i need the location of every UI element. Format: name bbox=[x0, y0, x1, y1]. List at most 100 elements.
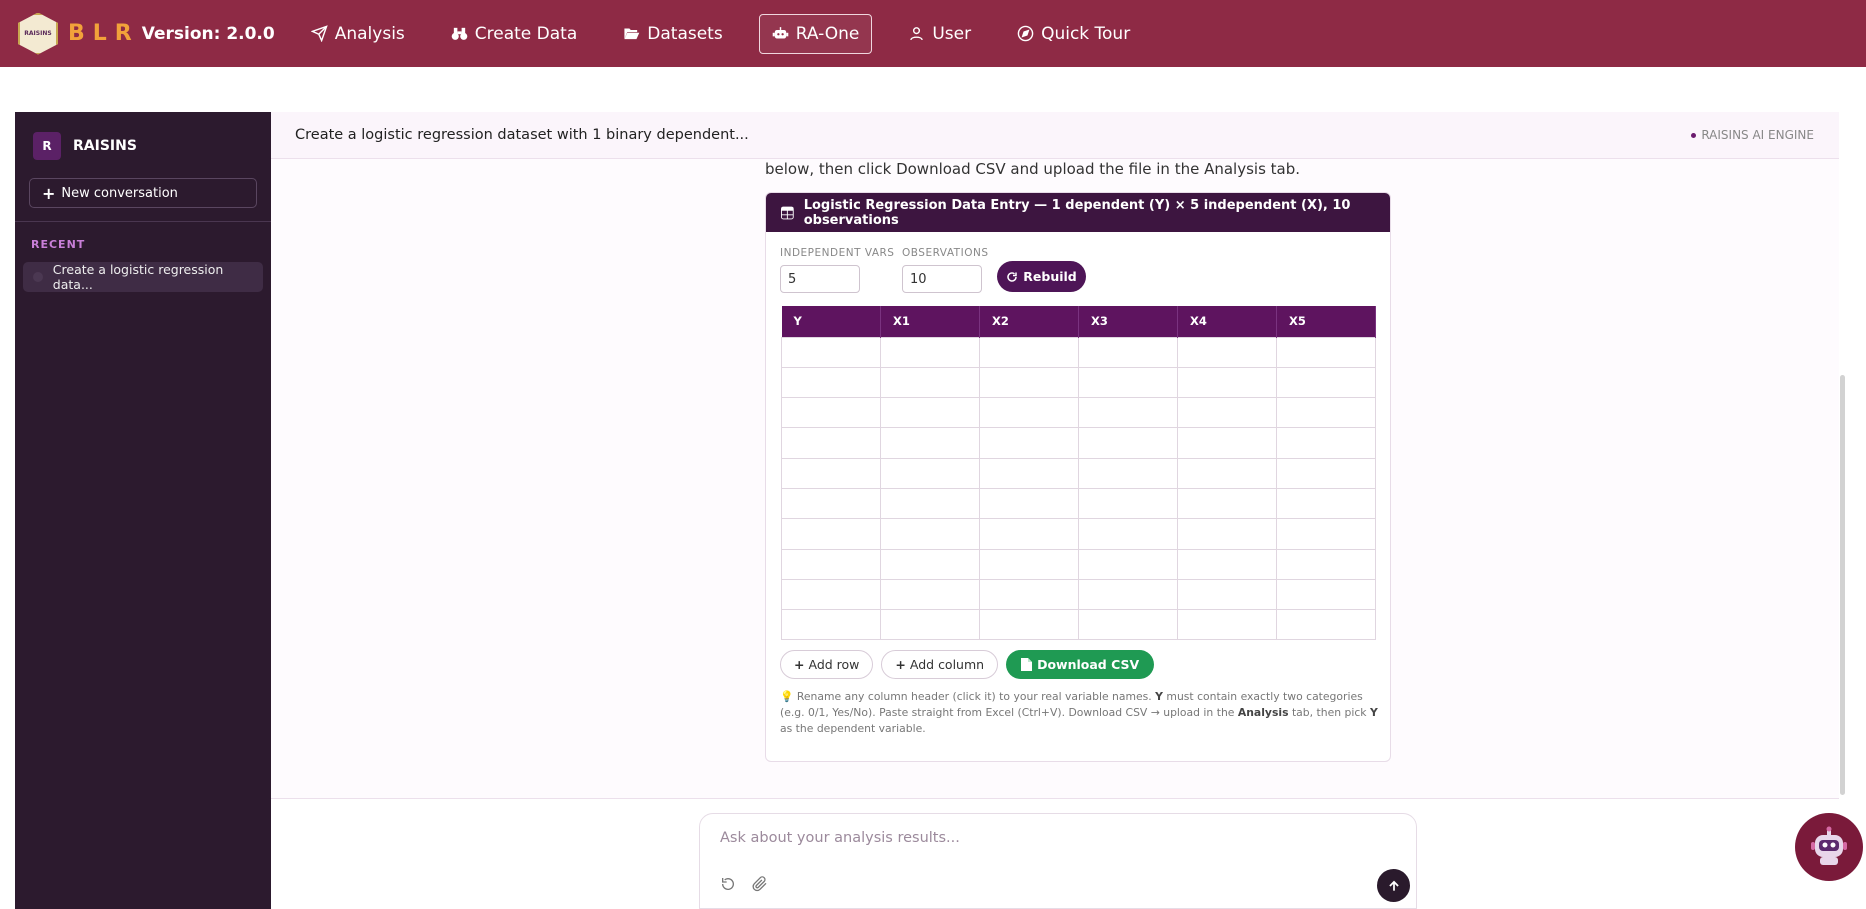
assistant-bot-button[interactable] bbox=[1795, 813, 1863, 881]
table-cell[interactable] bbox=[1078, 609, 1178, 641]
top-navbar: RAISINS BLR Version: 2.0.0 Analysis Crea… bbox=[0, 0, 1866, 67]
table-cell[interactable] bbox=[1078, 427, 1178, 459]
table-cell[interactable] bbox=[781, 397, 881, 429]
data-entry-table: Y X1 X2 X3 X4 X5 bbox=[781, 306, 1376, 641]
table-cell[interactable] bbox=[1276, 548, 1376, 580]
paperclip-icon[interactable] bbox=[752, 876, 768, 892]
table-cell[interactable] bbox=[979, 457, 1079, 489]
table-cell[interactable] bbox=[880, 457, 980, 489]
table-cell[interactable] bbox=[1078, 548, 1178, 580]
table-cell[interactable] bbox=[1177, 578, 1277, 611]
table-cell[interactable] bbox=[880, 366, 980, 399]
nav-label: RA-One bbox=[795, 23, 860, 44]
table-cell[interactable] bbox=[1177, 457, 1277, 489]
table-cell[interactable] bbox=[1276, 609, 1376, 641]
table-cell[interactable] bbox=[880, 578, 980, 611]
table-cell[interactable] bbox=[880, 548, 980, 580]
nav-quick-tour[interactable]: Quick Tour bbox=[1007, 14, 1140, 54]
table-cell[interactable] bbox=[880, 518, 980, 550]
nav-label: Analysis bbox=[334, 23, 405, 44]
scrollbar[interactable] bbox=[1840, 375, 1845, 795]
assistant-message-text: below, then click Download CSV and uploa… bbox=[765, 160, 1301, 178]
add-row-button[interactable]: + Add row bbox=[780, 650, 874, 679]
message-input[interactable]: Ask about your analysis results... bbox=[720, 830, 960, 846]
table-cell[interactable] bbox=[1276, 336, 1376, 368]
table-cell[interactable] bbox=[1078, 578, 1178, 611]
table-cell[interactable] bbox=[979, 578, 1079, 611]
chat-bubble-icon bbox=[33, 272, 43, 282]
table-cell[interactable] bbox=[1078, 397, 1178, 429]
table-cell[interactable] bbox=[880, 609, 980, 641]
sidebar: R RAISINS + New conversation RECENT Crea… bbox=[15, 112, 271, 909]
observations-input[interactable]: 10 bbox=[902, 265, 982, 293]
add-column-button[interactable]: + Add column bbox=[881, 650, 999, 679]
table-cell[interactable] bbox=[781, 487, 881, 520]
table-cell[interactable] bbox=[781, 427, 881, 459]
table-cell[interactable] bbox=[880, 336, 980, 368]
table-cell[interactable] bbox=[979, 397, 1079, 429]
table-cell[interactable] bbox=[979, 609, 1079, 641]
table-cell[interactable] bbox=[979, 427, 1079, 459]
table-cell[interactable] bbox=[979, 487, 1079, 520]
table-cell[interactable] bbox=[1177, 487, 1277, 520]
table-cell[interactable] bbox=[1177, 609, 1277, 641]
table-cell[interactable] bbox=[781, 578, 881, 611]
table-cell[interactable] bbox=[1177, 397, 1277, 429]
table-cell[interactable] bbox=[1177, 427, 1277, 459]
card-header: Logistic Regression Data Entry — 1 depen… bbox=[766, 193, 1390, 232]
table-cell[interactable] bbox=[1276, 397, 1376, 429]
table-cell[interactable] bbox=[781, 457, 881, 489]
column-header[interactable]: X5 bbox=[1276, 306, 1376, 337]
nav-datasets[interactable]: Datasets bbox=[613, 14, 732, 54]
independent-vars-input[interactable]: 5 bbox=[780, 265, 860, 293]
column-header[interactable]: X4 bbox=[1177, 306, 1277, 337]
table-controls: INDEPENDENT VARS 5 OBSERVATIONS 10 bbox=[780, 247, 988, 293]
recent-conversation-item[interactable]: Create a logistic regression data... bbox=[23, 262, 263, 292]
table-cell[interactable] bbox=[1177, 366, 1277, 399]
table-cell[interactable] bbox=[880, 397, 980, 429]
table-cell[interactable] bbox=[1276, 427, 1376, 459]
table-header-row: Y X1 X2 X3 X4 X5 bbox=[781, 306, 1376, 337]
table-cell[interactable] bbox=[781, 366, 881, 399]
nav-create-data[interactable]: Create Data bbox=[441, 14, 587, 54]
table-cell[interactable] bbox=[1078, 366, 1178, 399]
table-cell[interactable] bbox=[1078, 487, 1178, 520]
table-cell[interactable] bbox=[781, 518, 881, 550]
undo-icon[interactable] bbox=[720, 876, 736, 892]
table-cell[interactable] bbox=[1276, 487, 1376, 520]
table-cell[interactable] bbox=[1078, 518, 1178, 550]
table-cell[interactable] bbox=[1078, 457, 1178, 489]
nav-ra-one[interactable]: RA-One bbox=[758, 13, 873, 54]
table-cell[interactable] bbox=[1078, 336, 1178, 368]
table-cell[interactable] bbox=[1276, 578, 1376, 611]
table-cell[interactable] bbox=[979, 336, 1079, 368]
new-conversation-button[interactable]: + New conversation bbox=[29, 178, 257, 208]
nav-label: Create Data bbox=[474, 23, 578, 44]
message-composer[interactable]: Ask about your analysis results... bbox=[699, 813, 1417, 909]
table-cell[interactable] bbox=[781, 336, 881, 368]
table-cell[interactable] bbox=[880, 487, 980, 520]
table-cell[interactable] bbox=[1276, 366, 1376, 399]
raisins-logo[interactable]: RAISINS bbox=[18, 12, 58, 55]
table-cell[interactable] bbox=[1177, 336, 1277, 368]
rebuild-button[interactable]: Rebuild bbox=[997, 261, 1086, 292]
nav-analysis[interactable]: Analysis bbox=[301, 14, 415, 54]
column-header[interactable]: Y bbox=[781, 306, 881, 337]
table-cell[interactable] bbox=[1177, 548, 1277, 580]
table-cell[interactable] bbox=[979, 366, 1079, 399]
table-cell[interactable] bbox=[781, 609, 881, 641]
table-cell[interactable] bbox=[979, 518, 1079, 550]
table-cell[interactable] bbox=[880, 427, 980, 459]
download-csv-button[interactable]: Download CSV bbox=[1006, 650, 1155, 679]
table-row bbox=[781, 336, 1376, 368]
column-header[interactable]: X1 bbox=[880, 306, 980, 337]
send-button[interactable] bbox=[1377, 869, 1410, 902]
nav-user[interactable]: User bbox=[898, 14, 981, 54]
table-cell[interactable] bbox=[1276, 457, 1376, 489]
table-cell[interactable] bbox=[979, 548, 1079, 580]
column-header[interactable]: X2 bbox=[979, 306, 1079, 337]
table-cell[interactable] bbox=[1276, 518, 1376, 550]
column-header[interactable]: X3 bbox=[1078, 306, 1178, 337]
table-cell[interactable] bbox=[781, 548, 881, 580]
table-cell[interactable] bbox=[1177, 518, 1277, 550]
